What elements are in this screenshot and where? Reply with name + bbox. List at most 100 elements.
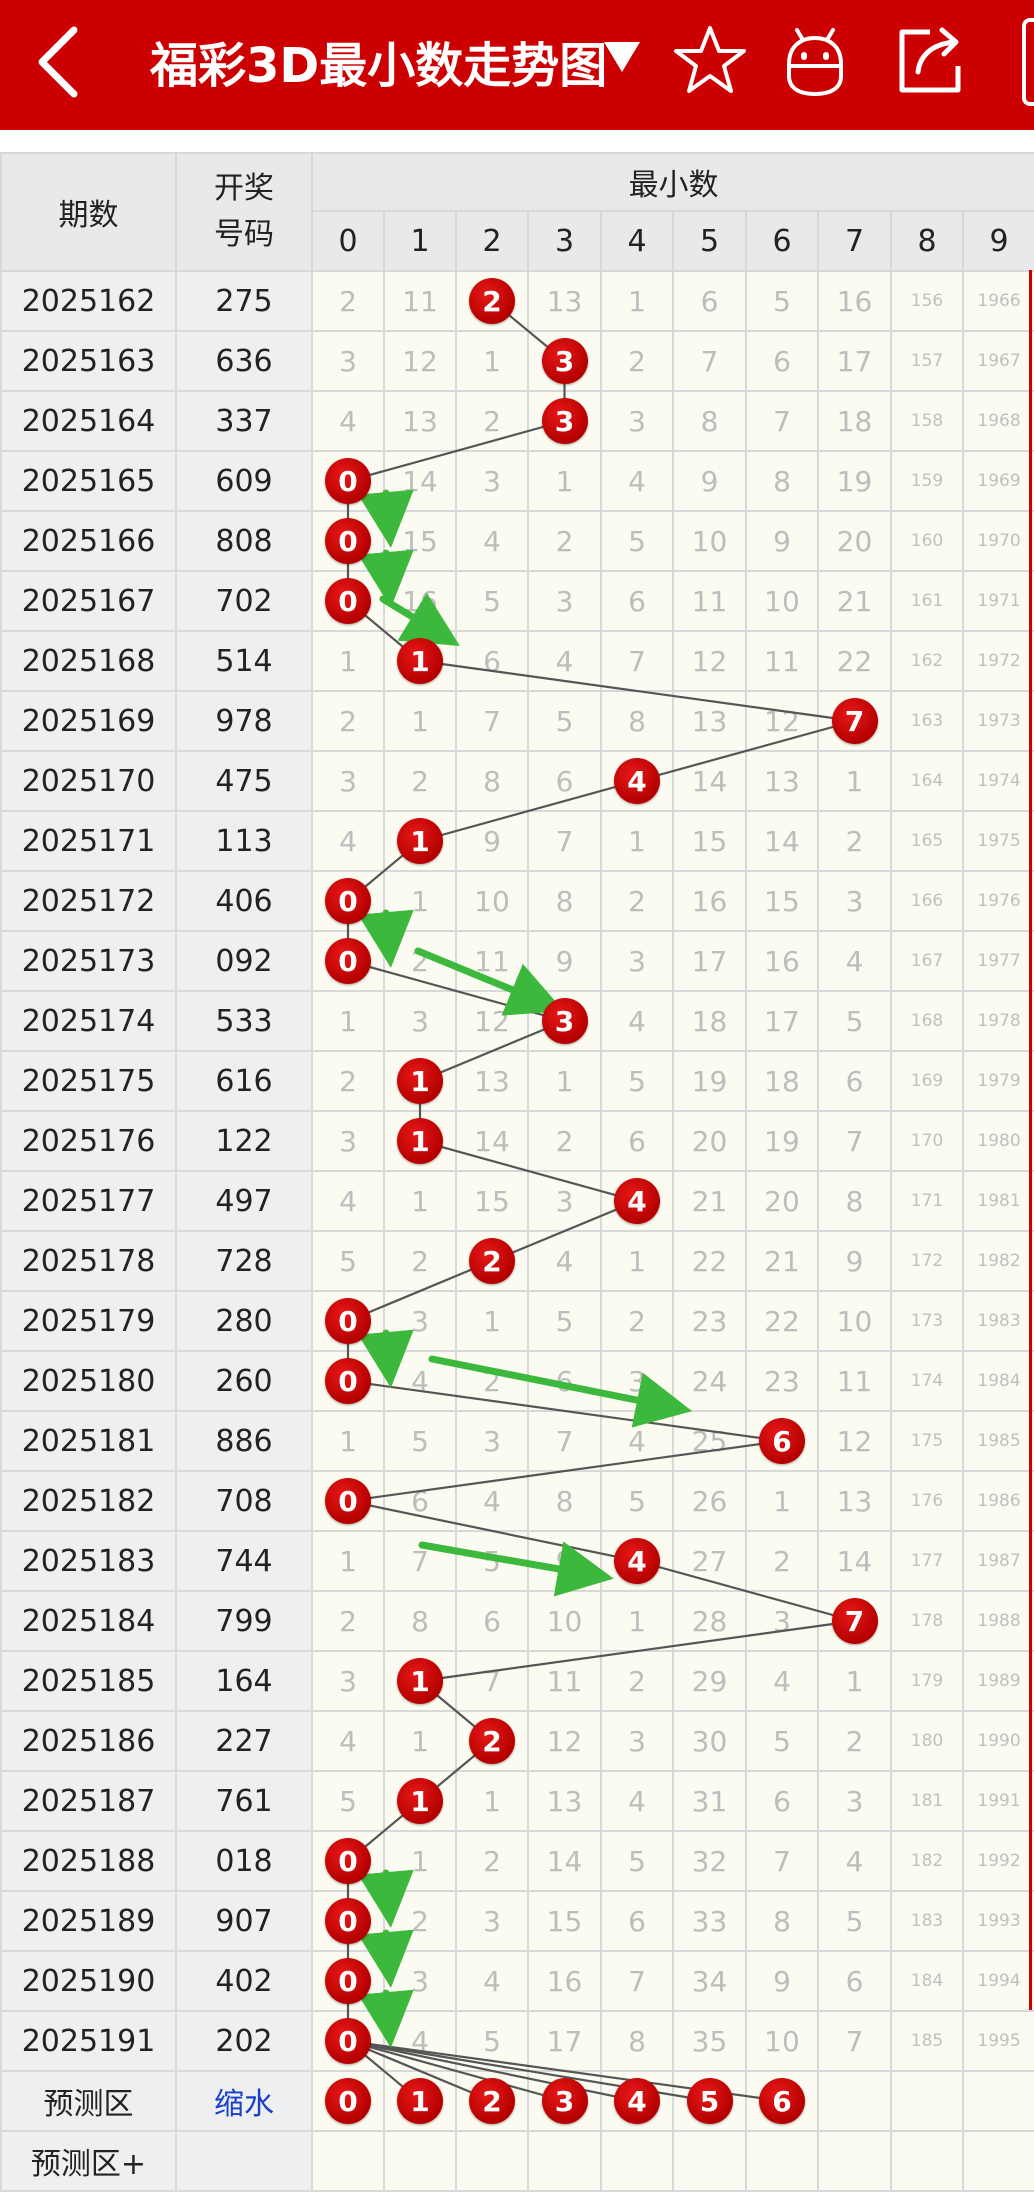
omission-cell: 1973	[961, 690, 1034, 752]
draw-number-cell: 275	[175, 270, 313, 332]
menu-tab-icon[interactable]	[1022, 18, 1034, 106]
omission-cell: 1980	[961, 1110, 1034, 1172]
omission-cell: 171	[890, 1170, 964, 1232]
predict-plus-cell[interactable]	[672, 2130, 747, 2192]
dropdown-triangle-icon[interactable]	[604, 42, 640, 72]
omission-cell: 4	[600, 450, 674, 512]
omission-cell: 1968	[961, 390, 1034, 452]
hit-ball: 0	[325, 1898, 371, 1944]
issue-cell: 2025178	[0, 1230, 177, 1292]
predict-plus-cell[interactable]	[311, 2130, 385, 2192]
omission-cell: 8	[600, 690, 674, 752]
omission-cell: 156	[890, 270, 964, 332]
table-row: 202516997821758131271631973	[0, 690, 1034, 752]
omission-cell: 5	[455, 570, 529, 632]
omission-cell: 4	[383, 1350, 457, 1412]
omission-cell: 8	[745, 450, 819, 512]
omission-cell: 164	[890, 750, 964, 812]
omission-cell: 3	[600, 390, 674, 452]
table-row: 2025182708 06485261131761986	[0, 1470, 1034, 1532]
omission-cell: 8	[527, 870, 602, 932]
omission-cell: 28	[672, 1590, 747, 1652]
omission-cell: 180	[890, 1710, 964, 1772]
omission-cell: 12	[745, 690, 819, 752]
omission-cell: 5	[311, 1230, 385, 1292]
omission-cell: 8	[672, 390, 747, 452]
hit-ball: 0	[325, 1358, 371, 1404]
table-row: 2025189907 02315633851831993	[0, 1890, 1034, 1952]
omission-cell: 5	[817, 990, 892, 1052]
omission-cell: 1	[311, 990, 385, 1052]
omission-cell: 1	[455, 330, 529, 392]
predict-cell[interactable]	[817, 2070, 892, 2132]
omission-cell: 5	[455, 1530, 529, 1592]
omission-cell: 21	[745, 1230, 819, 1292]
issue-cell: 2025166	[0, 510, 177, 572]
predict-cell[interactable]	[890, 2070, 964, 2132]
share-icon[interactable]	[890, 20, 970, 100]
omission-cell: 8	[383, 1590, 457, 1652]
omission-cell: 8	[527, 1470, 602, 1532]
col-group-header: 最小数	[310, 152, 1034, 212]
omission-cell: 34	[672, 1950, 747, 2012]
omission-cell: 22	[672, 1230, 747, 1292]
omission-cell: 1	[311, 630, 385, 692]
predict-cell[interactable]	[961, 2070, 1034, 2132]
predict-plus-cell[interactable]	[745, 2130, 819, 2192]
omission-cell: 2	[455, 1350, 529, 1412]
omission-cell: 16	[527, 1950, 602, 2012]
omission-cell: 19	[817, 450, 892, 512]
omission-cell: 2	[527, 1110, 602, 1172]
omission-cell: 24	[672, 1350, 747, 1412]
shrink-button[interactable]: 缩水	[175, 2070, 313, 2132]
omission-cell: 15	[672, 810, 747, 872]
omission-cell: 9	[745, 1950, 819, 2012]
omission-cell: 9	[527, 1530, 602, 1592]
predict-plus-cell[interactable]	[383, 2130, 457, 2192]
hit-ball: 0	[325, 1298, 371, 1344]
draw-number-cell: 018	[175, 1830, 313, 1892]
omission-cell: 32	[672, 1830, 747, 1892]
omission-cell: 5	[455, 2010, 529, 2072]
issue-cell: 2025180	[0, 1350, 177, 1412]
omission-cell: 7	[600, 630, 674, 692]
omission-cell: 12	[672, 630, 747, 692]
predict-ball: 3	[541, 2078, 588, 2124]
robot-icon[interactable]	[775, 20, 855, 100]
issue-cell: 2025170	[0, 750, 177, 812]
page-title[interactable]: 福彩3D最小数走势图	[150, 26, 607, 96]
omission-cell: 172	[890, 1230, 964, 1292]
predict-plus-cell[interactable]	[600, 2130, 674, 2192]
hit-ball: 1	[397, 818, 443, 864]
hit-ball: 1	[397, 638, 443, 684]
omission-cell: 27	[672, 1530, 747, 1592]
draw-number-cell: 280	[175, 1290, 313, 1352]
table-row: 2025166808 0 15425109201601970	[0, 510, 1034, 572]
omission-cell: 1972	[961, 630, 1034, 692]
predict-plus-cell[interactable]	[817, 2130, 892, 2192]
omission-cell: 2	[383, 930, 457, 992]
back-icon[interactable]	[30, 22, 90, 102]
digit-header-8: 8	[890, 210, 964, 272]
omission-cell: 7	[455, 1650, 529, 1712]
omission-cell: 2	[600, 870, 674, 932]
omission-cell: 15	[745, 870, 819, 932]
omission-cell: 1971	[961, 570, 1034, 632]
star-icon[interactable]	[670, 20, 750, 100]
omission-cell: 1992	[961, 1830, 1034, 1892]
omission-cell: 17	[672, 930, 747, 992]
predict-plus-cell[interactable]	[961, 2130, 1034, 2192]
predict-plus-cell[interactable]	[527, 2130, 602, 2192]
predict-plus-action[interactable]	[175, 2130, 313, 2192]
omission-cell: 163	[890, 690, 964, 752]
omission-cell: 3	[745, 1590, 819, 1652]
omission-cell: 5	[527, 690, 602, 752]
predict-plus-cell[interactable]	[890, 2130, 964, 2192]
hit-ball: 4	[614, 758, 660, 804]
predict-plus-cell[interactable]	[455, 2130, 529, 2192]
omission-cell: 18	[745, 1050, 819, 1112]
omission-cell: 3	[311, 1110, 385, 1172]
omission-cell: 4	[527, 630, 602, 692]
draw-number-cell: 260	[175, 1350, 313, 1412]
omission-cell: 3	[527, 1170, 602, 1232]
